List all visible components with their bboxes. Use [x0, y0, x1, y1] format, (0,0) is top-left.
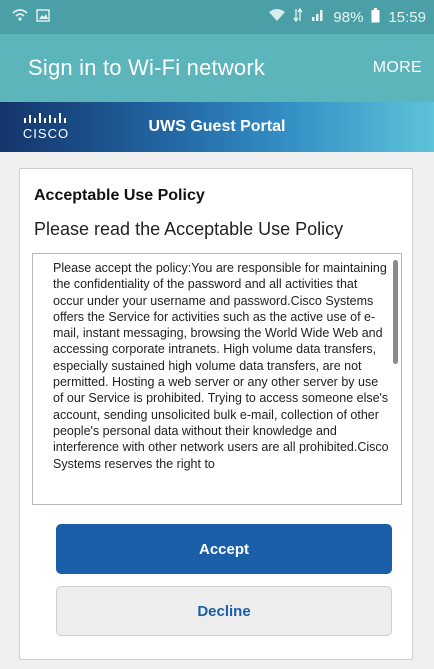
mobile-data-icon [293, 7, 303, 26]
signal-icon [311, 8, 325, 26]
more-button[interactable]: MORE [373, 59, 422, 77]
status-left [12, 8, 50, 26]
policy-text: Please accept the policy:You are respons… [53, 261, 389, 471]
app-title: Sign in to Wi-Fi network [28, 55, 266, 80]
image-icon [36, 8, 50, 26]
status-right: 98% 15:59 [269, 7, 426, 27]
battery-level: 98% [333, 8, 364, 26]
clock: 15:59 [388, 8, 426, 26]
policy-card: Acceptable Use Policy Please read the Ac… [19, 168, 413, 660]
wifi-icon [269, 8, 286, 26]
app-bar: Sign in to Wi-Fi network MORE [0, 34, 434, 102]
battery-icon [371, 7, 380, 27]
policy-text-box[interactable]: Please accept the policy:You are respons… [32, 253, 402, 505]
policy-subheading: Please read the Acceptable Use Policy [34, 219, 344, 239]
wifi-sign-in-icon [12, 8, 28, 26]
accept-button[interactable]: Accept [56, 524, 392, 574]
policy-heading: Acceptable Use Policy [34, 187, 205, 204]
policy-scrollbar[interactable] [393, 260, 398, 364]
status-bar: 98% 15:59 [0, 0, 434, 34]
portal-title: UWS Guest Portal [148, 118, 286, 135]
portal-header: CISCO UWS Guest Portal [0, 102, 434, 152]
decline-button[interactable]: Decline [56, 586, 392, 636]
